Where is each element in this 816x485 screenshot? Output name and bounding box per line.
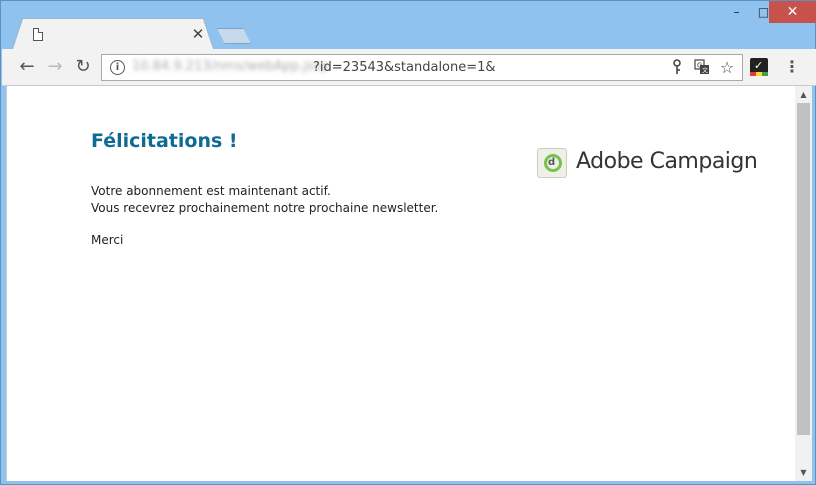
page-icon (33, 28, 43, 41)
info-icon[interactable]: i (110, 60, 125, 75)
menu-icon[interactable]: ⋮ (783, 56, 801, 78)
address-bar[interactable]: i 10.84.9.213/nms/webApp.jssp ?id=23543&… (101, 54, 743, 81)
browser-window: ✕ – □ ✕ ← → ↻ i 10.84.9.213/nms/webApp.j… (0, 0, 816, 485)
reload-button[interactable]: ↻ (72, 56, 94, 78)
page-viewport: Félicitations ! Votre abonnement est mai… (6, 86, 812, 481)
tab-strip: ✕ – □ ✕ (1, 1, 816, 49)
message-line-2: Vous recevrez prochainement notre procha… (91, 201, 439, 215)
key-icon[interactable] (668, 59, 686, 77)
scroll-up-icon[interactable]: ▲ (795, 86, 812, 103)
message-line-1: Votre abonnement est maintenant actif. (91, 184, 331, 198)
extension-icon[interactable]: ✓ (750, 58, 768, 76)
vertical-scrollbar[interactable]: ▲ ▼ (795, 86, 812, 481)
translate-icon[interactable]: G文 (693, 59, 711, 77)
minimize-button[interactable]: – (723, 1, 750, 23)
thanks-text: Merci (91, 233, 124, 247)
logo-text: Adobe Campaign (576, 149, 758, 174)
url-host: 10.84.9.213/nms/webApp.jssp (132, 59, 329, 74)
url-query: ?id=23543&standalone=1& (313, 60, 496, 75)
star-icon[interactable]: ☆ (718, 59, 736, 77)
scroll-down-icon[interactable]: ▼ (795, 464, 812, 481)
close-window-button[interactable]: ✕ (769, 1, 816, 23)
page-content: Félicitations ! Votre abonnement est mai… (91, 130, 691, 249)
logo-icon: d (537, 148, 567, 178)
svg-text:文: 文 (702, 67, 708, 75)
forward-button[interactable]: → (44, 56, 66, 78)
scroll-thumb[interactable] (797, 103, 810, 435)
browser-toolbar: ← → ↻ i 10.84.9.213/nms/webApp.jssp ?id=… (2, 49, 816, 86)
tab-active[interactable] (13, 19, 213, 49)
new-tab-button[interactable] (217, 28, 251, 44)
tab-close-button[interactable]: ✕ (191, 26, 205, 42)
back-button[interactable]: ← (16, 56, 38, 78)
